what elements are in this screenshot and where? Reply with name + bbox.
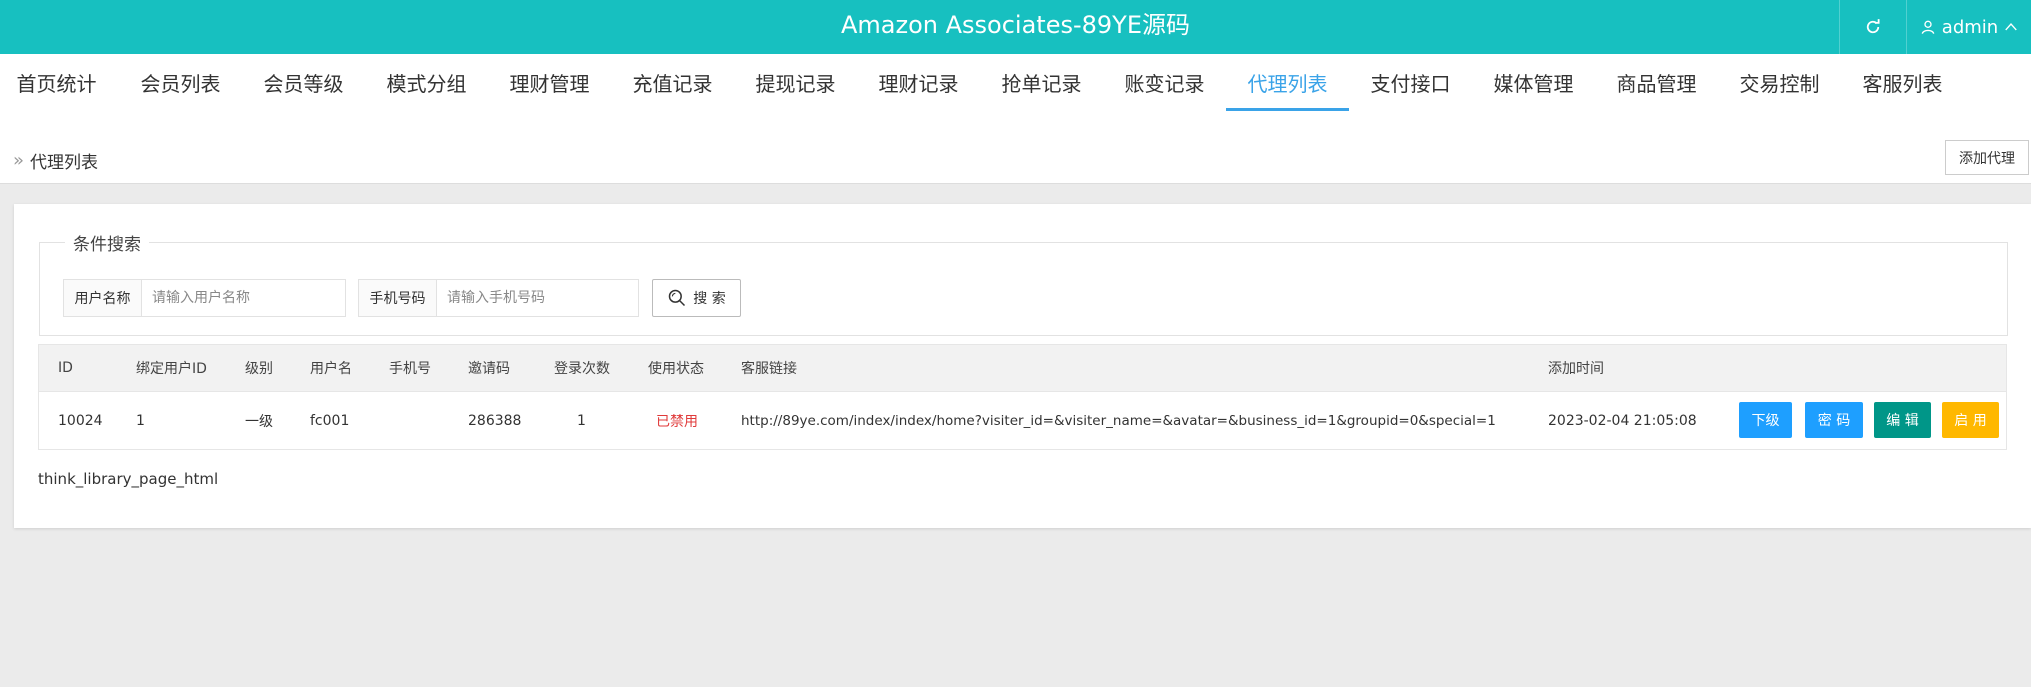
- search-button[interactable]: 搜 索: [652, 279, 741, 317]
- col-login-count: 登录次数: [554, 361, 610, 377]
- nav-item-trade-control[interactable]: 交易控制: [1718, 54, 1841, 114]
- search-fieldset: 条件搜索 用户名称 手机号码 搜 索: [39, 230, 2008, 336]
- page-title: 代理列表: [30, 153, 99, 173]
- table-row: 10024 1 一级 fc001 286388 1 已禁用 http://89y…: [38, 392, 2007, 450]
- password-button[interactable]: 密 码: [1805, 402, 1863, 438]
- nav-item-recharge[interactable]: 充值记录: [611, 54, 734, 114]
- nav-item-withdraw[interactable]: 提现记录: [734, 54, 857, 114]
- agent-table: ID 绑定用户ID 级别 用户名 手机号 邀请码 登录次数 使用状态 客服链接 …: [38, 344, 2007, 450]
- cell-id: 10024: [58, 412, 103, 429]
- col-level: 级别: [245, 361, 273, 377]
- nav-item-finance-records[interactable]: 理财记录: [857, 54, 980, 114]
- nav-item-agents[interactable]: 代理列表: [1226, 54, 1349, 114]
- col-service-link: 客服链接: [741, 361, 797, 377]
- col-invite-code: 邀请码: [468, 361, 510, 377]
- nav-item-customer-service[interactable]: 客服列表: [1841, 54, 1964, 114]
- nav-item-payment[interactable]: 支付接口: [1349, 54, 1472, 114]
- add-agent-button[interactable]: 添加代理: [1945, 140, 2029, 175]
- enable-button[interactable]: 启 用: [1942, 402, 1999, 438]
- top-header: Amazon Associates-89YE源码 admin: [0, 0, 2031, 54]
- phone-input[interactable]: [437, 280, 638, 316]
- refresh-button[interactable]: [1839, 0, 1906, 54]
- nav-item-members[interactable]: 会员列表: [119, 54, 242, 114]
- refresh-icon: [1866, 19, 1880, 34]
- chevron-up-icon: [2005, 23, 2017, 31]
- breadcrumb-bar: » 代理列表: [0, 114, 2031, 184]
- content-panel: 条件搜索 用户名称 手机号码 搜 索 ID 绑定用户ID 级别 用户名 手机号 …: [14, 204, 2031, 528]
- nav-item-balance-changes[interactable]: 账变记录: [1103, 54, 1226, 114]
- username: admin: [1941, 16, 1999, 38]
- nav-item-products[interactable]: 商品管理: [1595, 54, 1718, 114]
- nav-item-dashboard[interactable]: 首页统计: [0, 54, 118, 114]
- breadcrumb: » 代理列表: [13, 148, 98, 173]
- nav-item-mode-groups[interactable]: 模式分组: [365, 54, 488, 114]
- table-header: ID 绑定用户ID 级别 用户名 手机号 邀请码 登录次数 使用状态 客服链接 …: [38, 344, 2007, 392]
- cell-username: fc001: [310, 412, 350, 429]
- nav-item-media[interactable]: 媒体管理: [1472, 54, 1595, 114]
- nav-item-finance[interactable]: 理财管理: [488, 54, 611, 114]
- phone-label: 手机号码: [359, 280, 437, 316]
- phone-field: 手机号码: [358, 279, 639, 317]
- nav-item-orders[interactable]: 抢单记录: [980, 54, 1103, 114]
- cell-login-count: 1: [577, 412, 586, 429]
- cell-level: 一级: [245, 413, 273, 430]
- user-icon: [1921, 20, 1935, 34]
- status-badge: 已禁用: [656, 413, 698, 430]
- col-add-time: 添加时间: [1548, 361, 1604, 377]
- search-legend: 条件搜索: [73, 235, 141, 255]
- subordinate-button[interactable]: 下级: [1739, 402, 1792, 438]
- cell-service-link: http://89ye.com/index/index/home?visiter…: [741, 412, 1496, 429]
- col-phone: 手机号: [389, 361, 431, 377]
- user-menu[interactable]: admin: [1906, 0, 2031, 54]
- search-button-label: 搜 索: [693, 291, 726, 307]
- search-icon: [669, 289, 686, 307]
- col-bind-user-id: 绑定用户ID: [136, 361, 207, 377]
- nav-item-member-levels[interactable]: 会员等级: [242, 54, 365, 114]
- breadcrumb-separator: »: [13, 150, 25, 171]
- cell-add-time: 2023-02-04 21:05:08: [1548, 412, 1697, 429]
- col-username: 用户名: [310, 361, 352, 377]
- cell-invite-code: 286388: [468, 412, 522, 429]
- edit-button[interactable]: 编 辑: [1874, 402, 1931, 438]
- col-status: 使用状态: [648, 361, 704, 377]
- app-title: Amazon Associates-89YE源码: [840, 11, 1190, 39]
- main-nav: 首页统计 会员列表 会员等级 模式分组 理财管理 充值记录 提现记录 理财记录 …: [0, 54, 2031, 114]
- col-id: ID: [58, 360, 73, 376]
- username-label: 用户名称: [64, 280, 142, 316]
- username-input[interactable]: [142, 280, 345, 316]
- username-field: 用户名称: [63, 279, 346, 317]
- pagination: think_library_page_html: [38, 470, 219, 488]
- cell-bind-user-id: 1: [136, 412, 145, 429]
